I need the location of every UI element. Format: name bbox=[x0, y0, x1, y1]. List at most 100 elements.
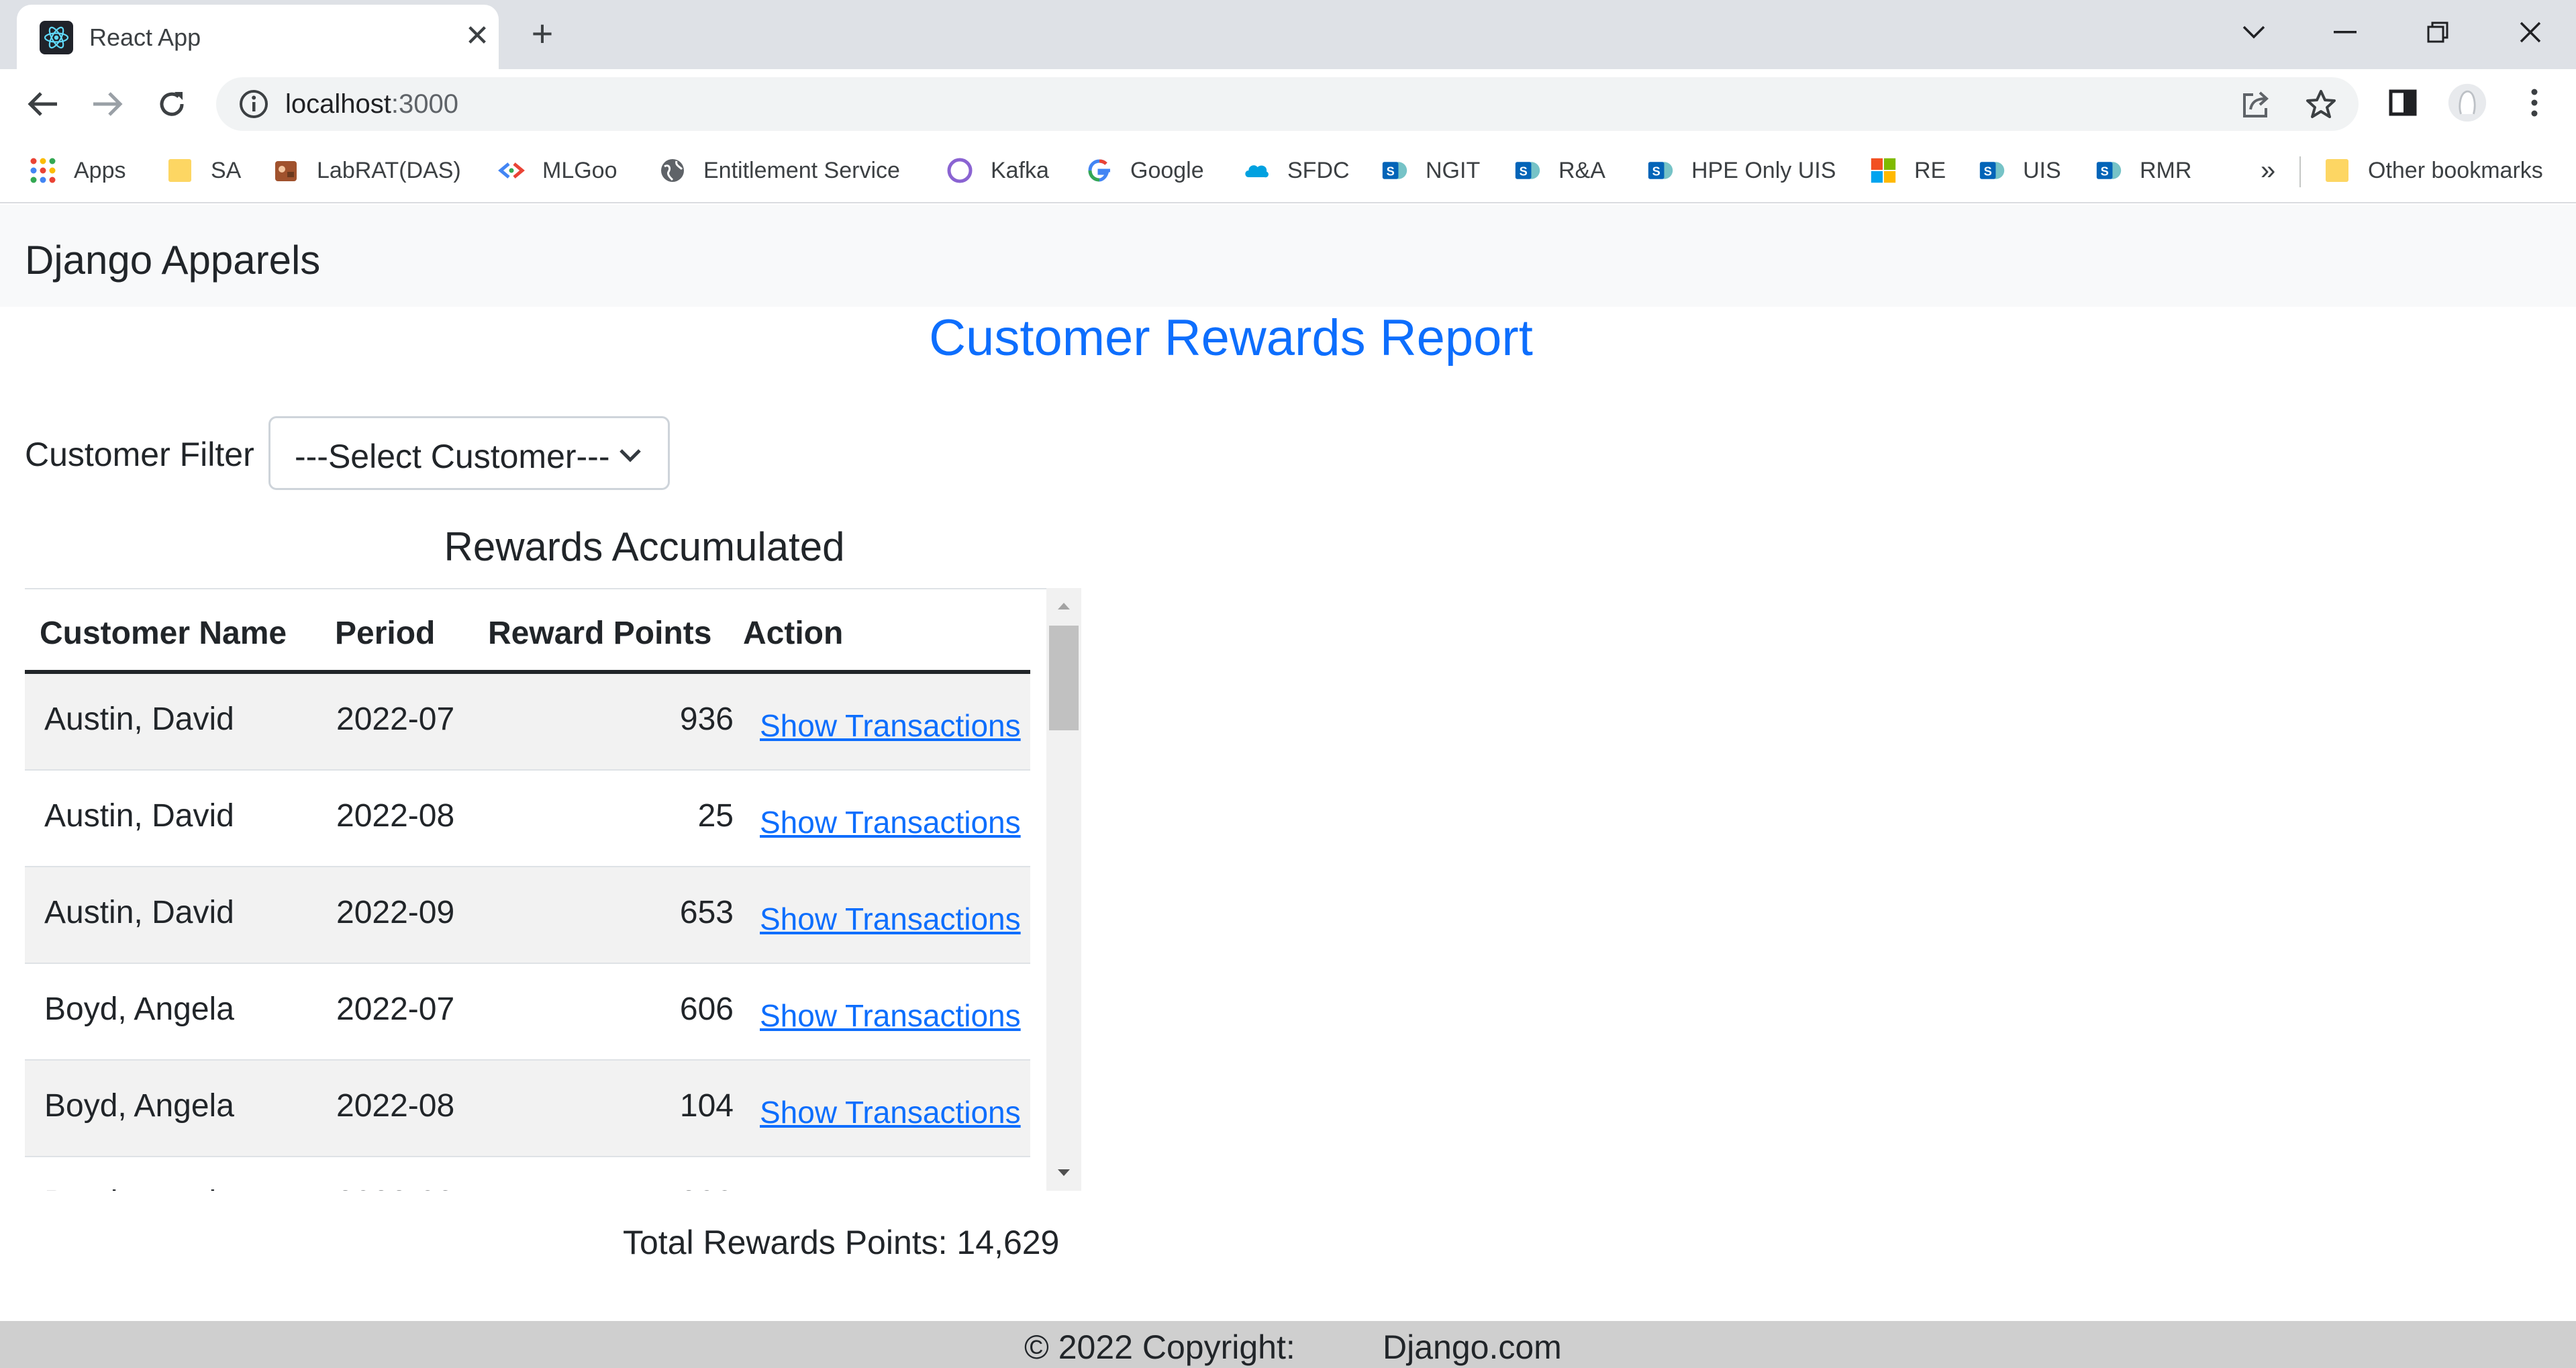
browser-tab-bar: React App ✕ + bbox=[0, 0, 2576, 69]
table-row: Boyd, Angela 2022-07 606 Show Transactio… bbox=[25, 964, 1030, 1061]
show-transactions-link[interactable]: Show Transactions bbox=[760, 997, 1021, 1034]
bookmark-r-and-a[interactable]: S R&A bbox=[1514, 154, 1605, 187]
reload-icon[interactable] bbox=[150, 83, 193, 126]
show-transactions-link[interactable]: Show Transactions bbox=[760, 901, 1021, 937]
show-transactions-link[interactable]: Show Transactions bbox=[760, 804, 1021, 840]
svg-text:S: S bbox=[2101, 164, 2109, 178]
bookmark-star-icon[interactable] bbox=[2303, 88, 2338, 120]
address-bar[interactable]: localhost:3000 bbox=[216, 77, 2359, 131]
labrat-icon bbox=[273, 157, 299, 184]
profile-avatar[interactable] bbox=[2447, 83, 2487, 123]
bookmark-sfdc[interactable]: SFDC bbox=[1243, 154, 1350, 187]
restore-icon[interactable] bbox=[2411, 12, 2465, 52]
cell-period: 2022-09 bbox=[336, 1184, 454, 1191]
url-text[interactable]: localhost:3000 bbox=[285, 89, 458, 119]
table-row: Boyd, Angela 2022-08 104 Show Transactio… bbox=[25, 1061, 1030, 1157]
bookmark-label: Other bookmarks bbox=[2368, 157, 2543, 183]
bookmark-label: SFDC bbox=[1287, 157, 1350, 183]
url-port: :3000 bbox=[391, 89, 458, 119]
bookmark-mlgoo[interactable]: MLGoo bbox=[498, 154, 617, 187]
bookmark-kafka[interactable]: Kafka bbox=[946, 154, 1049, 187]
bookmark-label: Google bbox=[1130, 157, 1204, 183]
minimize-icon[interactable] bbox=[2318, 12, 2372, 52]
tab-search-chevron-icon[interactable] bbox=[2227, 12, 2281, 52]
show-transactions-link[interactable]: Show Transactions bbox=[760, 707, 1021, 744]
bookmark-uis[interactable]: S UIS bbox=[1979, 154, 2061, 187]
scroll-down-arrow-icon[interactable] bbox=[1046, 1159, 1081, 1187]
footer-copyright: © 2022 Copyright: bbox=[1024, 1328, 1295, 1366]
bookmark-rmr[interactable]: S RMR bbox=[2095, 154, 2191, 187]
customer-filter-label: Customer Filter bbox=[25, 436, 254, 473]
app-navbar: Django Apparels bbox=[0, 205, 2576, 307]
bookmarks-divider bbox=[2299, 156, 2301, 187]
customer-filter-select[interactable]: ---Select Customer--- bbox=[268, 416, 670, 490]
forward-icon[interactable] bbox=[86, 83, 129, 126]
svg-text:S: S bbox=[1652, 164, 1661, 178]
browser-toolbar: localhost:3000 bbox=[0, 69, 2576, 139]
column-header-period: Period bbox=[335, 616, 436, 651]
tab-title: React App bbox=[89, 23, 201, 51]
bookmark-google[interactable]: Google bbox=[1086, 154, 1204, 187]
cell-customer-name: Austin, David bbox=[44, 701, 234, 737]
cell-reward-points: 606 bbox=[679, 991, 734, 1027]
scrollbar-thumb[interactable] bbox=[1049, 626, 1079, 730]
show-transactions-link[interactable]: Show Transactions bbox=[760, 1094, 1021, 1130]
new-tab-button[interactable]: + bbox=[522, 15, 562, 55]
bookmark-label: MLGoo bbox=[542, 157, 617, 183]
svg-text:S: S bbox=[1387, 164, 1395, 178]
cell-period: 2022-08 bbox=[336, 1088, 455, 1124]
column-header-action: Action bbox=[743, 616, 844, 651]
table-row: Austin, David 2022-07 936 Show Transacti… bbox=[25, 674, 1030, 771]
bookmark-ngit[interactable]: S NGIT bbox=[1381, 154, 1480, 187]
salesforce-icon bbox=[1243, 157, 1270, 184]
svg-text:S: S bbox=[1520, 164, 1528, 178]
folder-icon bbox=[166, 157, 193, 184]
table-row: Boyd, Angela 2022-09 300 bbox=[25, 1157, 1030, 1191]
footer-link[interactable]: Django.com bbox=[1383, 1328, 1562, 1367]
total-reward-points: Total Rewards Points: 14,629 bbox=[623, 1224, 1060, 1261]
table-scrollbar[interactable] bbox=[1046, 588, 1081, 1191]
cell-reward-points: 653 bbox=[679, 895, 734, 930]
back-icon[interactable] bbox=[21, 83, 64, 126]
bookmark-labrat[interactable]: LabRAT(DAS) bbox=[273, 154, 461, 187]
bookmark-apps[interactable]: Apps bbox=[30, 154, 126, 187]
bookmark-label: HPE Only UIS bbox=[1691, 157, 1836, 183]
bookmark-label: Apps bbox=[74, 157, 126, 183]
table-row: Austin, David 2022-09 653 Show Transacti… bbox=[25, 867, 1030, 964]
google-icon bbox=[1086, 157, 1113, 184]
column-header-reward-points: Reward Points bbox=[488, 616, 712, 651]
close-tab-icon[interactable]: ✕ bbox=[462, 19, 492, 53]
globe-icon bbox=[659, 157, 686, 184]
bookmark-label: Entitlement Service bbox=[703, 157, 900, 183]
site-info-icon[interactable] bbox=[238, 88, 270, 120]
page-footer: © 2022 Copyright: Django.com bbox=[0, 1321, 2576, 1368]
browser-tab[interactable]: React App ✕ bbox=[17, 5, 499, 69]
scroll-up-arrow-icon[interactable] bbox=[1046, 592, 1081, 620]
bookmark-label: R&A bbox=[1558, 157, 1605, 183]
table-caption-text: Rewards Accumulated bbox=[444, 524, 845, 569]
bookmark-sa[interactable]: SA bbox=[166, 154, 241, 187]
other-bookmarks[interactable]: Other bookmarks bbox=[2324, 154, 2543, 187]
cell-customer-name: Austin, David bbox=[44, 895, 234, 930]
sharepoint-icon: S bbox=[1514, 157, 1541, 184]
more-bookmarks-button[interactable]: » bbox=[2261, 154, 2275, 187]
bookmark-hpe-only-uis[interactable]: S HPE Only UIS bbox=[1647, 154, 1836, 187]
side-panel-icon[interactable] bbox=[2383, 83, 2423, 123]
cell-reward-points: 936 bbox=[679, 701, 734, 737]
bookmark-label: RMR bbox=[2140, 157, 2192, 183]
close-window-icon[interactable] bbox=[2504, 12, 2557, 52]
bookmark-entitlement-service[interactable]: Entitlement Service bbox=[659, 154, 900, 187]
bookmark-label: Kafka bbox=[991, 157, 1049, 183]
share-icon[interactable] bbox=[2239, 88, 2274, 120]
microsoft-icon bbox=[1870, 157, 1897, 184]
bookmark-re[interactable]: RE bbox=[1870, 154, 1946, 187]
page-title: Customer Rewards Report bbox=[929, 309, 1533, 367]
bookmark-label: LabRAT(DAS) bbox=[317, 157, 461, 183]
browser-menu-icon[interactable] bbox=[2514, 83, 2555, 123]
cell-reward-points: 104 bbox=[679, 1088, 734, 1124]
sharepoint-icon: S bbox=[2095, 157, 2122, 184]
cell-customer-name: Boyd, Angela bbox=[44, 1088, 234, 1124]
brand-name[interactable]: Django Apparels bbox=[25, 237, 320, 283]
folder-icon bbox=[2324, 157, 2350, 184]
bookmark-label: SA bbox=[211, 157, 242, 183]
